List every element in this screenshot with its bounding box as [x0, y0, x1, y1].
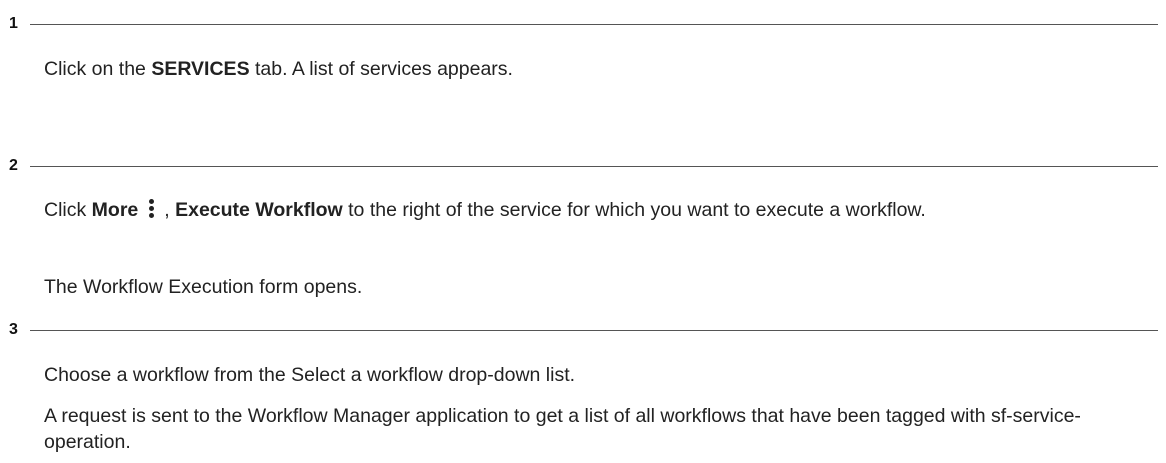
step-number: 3 [9, 321, 18, 338]
step-1-instruction: Click on the SERVICES tab. A list of ser… [44, 58, 513, 80]
step-number: 1 [9, 15, 18, 32]
step-divider [30, 24, 1158, 25]
step-3-header: 3 [0, 320, 1166, 340]
step-number: 2 [9, 157, 18, 174]
step-divider [30, 330, 1158, 331]
step-divider [30, 166, 1158, 167]
step-3-instruction: Choose a workflow from the Select a work… [44, 364, 576, 386]
more-vertical-icon [144, 198, 158, 220]
step-3-result: A request is sent to the Workflow Manage… [44, 405, 1081, 453]
step-2-result: The Workflow Execution form opens. [44, 276, 363, 298]
step-1-header: 1 [0, 14, 1166, 34]
step-2-instruction: Click More, Execute Workflow to the righ… [44, 198, 926, 221]
execute-workflow-reference: Execute Workflow [175, 199, 343, 221]
more-menu-reference: More [91, 199, 139, 221]
step-2-header: 2 [0, 156, 1166, 176]
services-tab-reference: SERVICES [151, 58, 250, 80]
